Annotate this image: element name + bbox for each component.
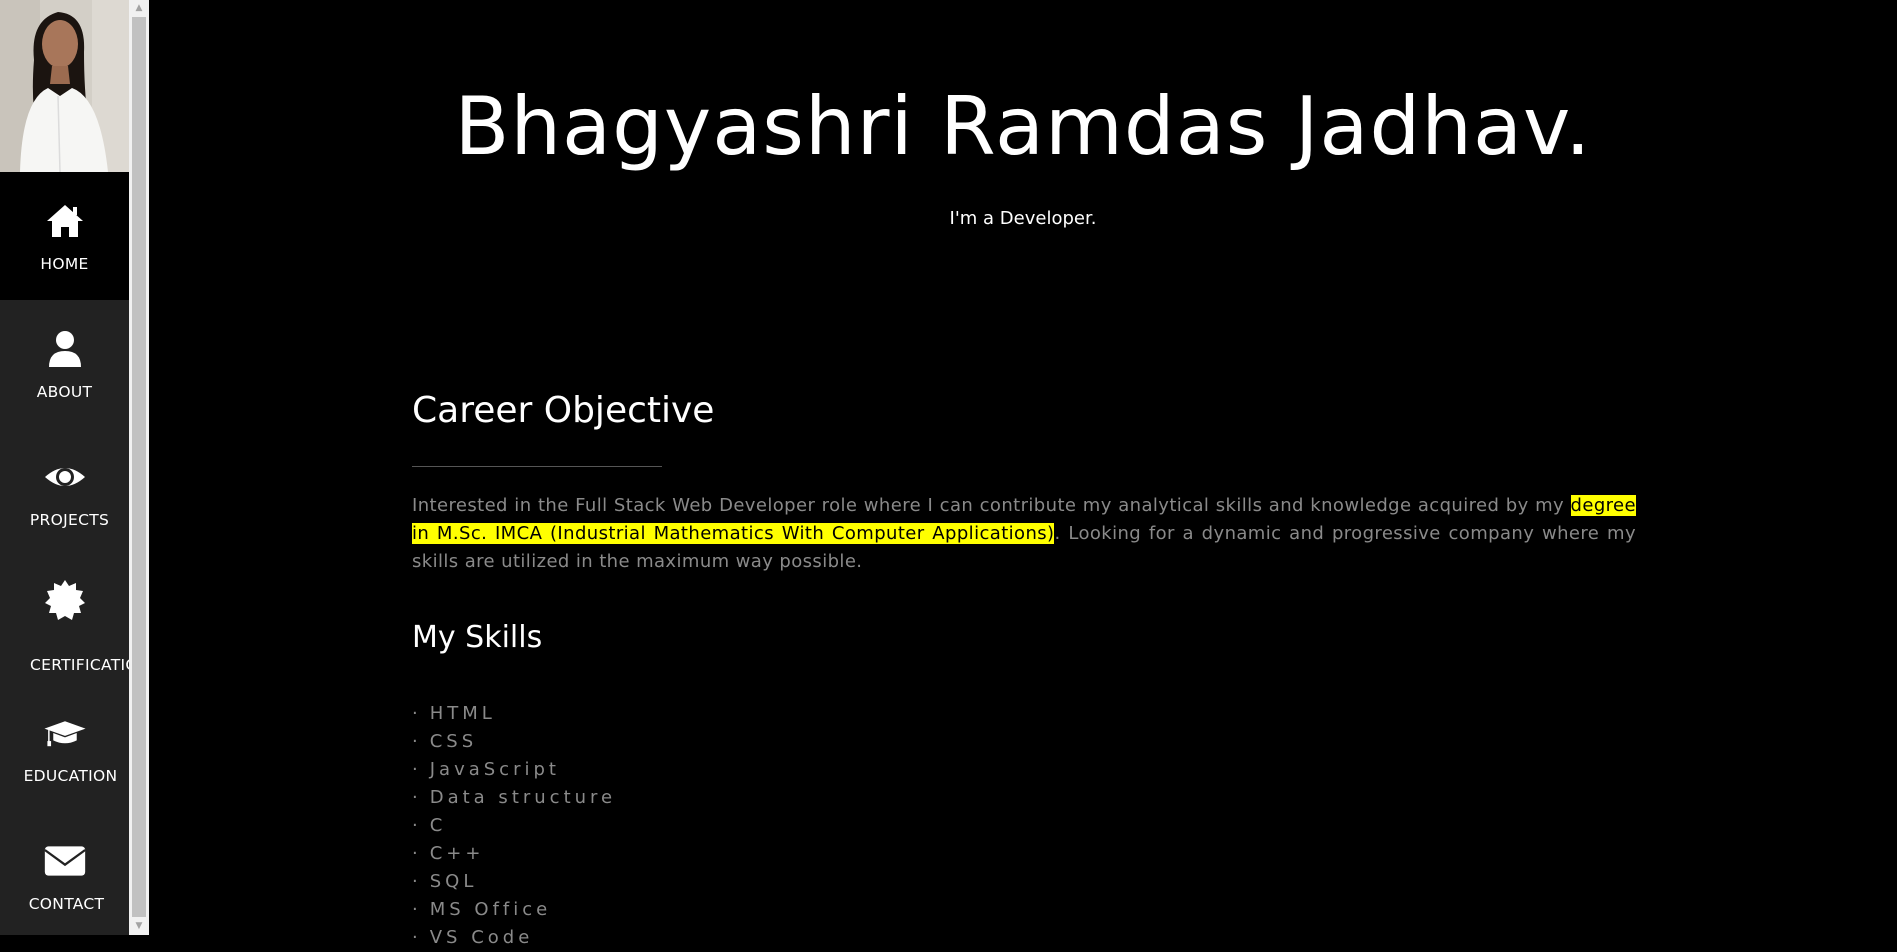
main-content: Bhagyashri Ramdas Jadhav. I'm a Develope… (149, 0, 1897, 948)
nav-education[interactable]: EDUCATION (0, 684, 129, 812)
sidebar: HOME ABOUT PROJECTS CERTIFICATIONS EDUCA… (0, 0, 129, 935)
section-divider (412, 466, 662, 467)
hero-name: Bhagyashri Ramdas Jadhav. (454, 80, 1592, 173)
certificate-icon (44, 580, 85, 620)
career-objective-heading: Career Objective (412, 390, 715, 431)
career-text-before: Interested in the Full Stack Web Develop… (412, 495, 1571, 516)
profile-photo (0, 0, 129, 172)
nav-projects[interactable]: PROJECTS (0, 428, 129, 556)
skill-item: · VS Code (412, 927, 534, 948)
career-objective-text: Interested in the Full Stack Web Develop… (412, 492, 1636, 576)
nav-about[interactable]: ABOUT (0, 300, 129, 428)
nav-home-label: HOME (40, 255, 89, 273)
scroll-down-arrow-icon[interactable]: ▼ (129, 918, 149, 935)
nav-certifications-label: CERTIFICATIONS (30, 656, 129, 674)
eye-icon (44, 468, 85, 486)
nav-certifications[interactable]: CERTIFICATIONS (0, 556, 129, 684)
nav-contact-label: CONTACT (28, 895, 105, 913)
skill-item: · JavaScript (412, 759, 560, 780)
skill-item: · HTML (412, 703, 496, 724)
envelope-icon (43, 846, 86, 876)
scrollbar-thumb[interactable] (132, 17, 146, 917)
skills-list: · HTML · CSS · JavaScript · Data structure ·… (412, 700, 616, 952)
graduation-cap-icon (43, 721, 86, 747)
skill-item: · Data structure (412, 787, 617, 808)
skill-item: · CSS (412, 731, 478, 752)
skill-item: · MS Office (412, 899, 552, 920)
skills-heading: My Skills (412, 620, 543, 655)
skill-item: · SQL (412, 871, 478, 892)
nav-about-label: ABOUT (36, 383, 93, 401)
nav-home[interactable]: HOME (0, 172, 129, 300)
home-icon (46, 205, 83, 237)
nav-projects-label: PROJECTS (29, 511, 110, 529)
scroll-up-arrow-icon[interactable]: ▲ (129, 0, 149, 17)
skill-item: · C (412, 815, 447, 836)
scrollbar[interactable]: ▲ ▼ (129, 0, 149, 935)
hero-tagline: I'm a Developer. (949, 208, 1097, 229)
skill-item: · C++ (412, 843, 485, 864)
nav-contact[interactable]: CONTACT (0, 812, 129, 935)
nav-education-label: EDUCATION (23, 767, 118, 785)
user-icon (48, 331, 81, 367)
